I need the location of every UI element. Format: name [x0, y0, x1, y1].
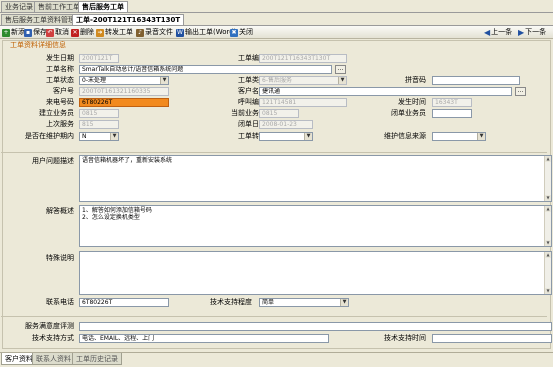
- arrow-right-icon: ▶: [518, 28, 525, 37]
- scroll-down-icon[interactable]: ▼: [545, 240, 551, 246]
- ticket-status-label: 工单状态: [46, 76, 74, 84]
- toolbar: + 新添 ▪ 保存 ↶ 取消 ✕ 删除 ➜ 转发工单 ♪ 录音文件 W 输出工单(Word) …: [0, 26, 553, 39]
- next-button[interactable]: ▶ 下一条: [518, 27, 546, 38]
- contact-phone-field[interactable]: 6T80226T: [79, 298, 169, 307]
- support-method-field[interactable]: 电话、EMAIL、远程、上门: [79, 334, 329, 343]
- current-staff-label: 当前业务员: [231, 109, 266, 117]
- record-file-button[interactable]: ♪ 录音文件: [136, 27, 173, 38]
- create-date-label: 发生日期: [46, 54, 74, 62]
- current-staff-field[interactable]: 0815: [259, 109, 299, 118]
- ticket-type-select[interactable]: 6-售后服务 ▼: [259, 76, 347, 85]
- close-button[interactable]: ✖ 关闭: [230, 27, 253, 38]
- delete-icon: ✕: [71, 28, 79, 37]
- scroll-up-icon[interactable]: ▲: [545, 156, 551, 162]
- customer-no-label: 客户号: [53, 87, 74, 95]
- record-icon: ♪: [136, 28, 144, 37]
- arrow-left-icon: ◀: [484, 28, 491, 37]
- ticket-no-field[interactable]: 200T121T16343T130T: [259, 54, 347, 63]
- scrollbar[interactable]: ▲ ▼: [544, 206, 551, 246]
- creator-label: 建立业务员: [39, 109, 74, 117]
- special-textarea[interactable]: ▲ ▼: [79, 251, 552, 295]
- satisfaction-field[interactable]: [79, 322, 552, 331]
- chevron-down-icon[interactable]: ▼: [477, 133, 485, 140]
- tab-contact-info[interactable]: 联系人资料: [32, 353, 75, 365]
- ticket-name-browse-button[interactable]: …: [335, 65, 346, 74]
- scroll-down-icon[interactable]: ▼: [545, 288, 551, 294]
- support-time-label: 技术支持时间: [384, 334, 426, 342]
- pinyin-field[interactable]: [432, 76, 520, 85]
- customer-browse-button[interactable]: …: [515, 87, 526, 96]
- tab-ticket-history[interactable]: 工单历史记录: [72, 353, 122, 365]
- close-icon: ✖: [230, 28, 238, 37]
- last-service-label: 上次服务: [46, 120, 74, 128]
- ticket-name-field[interactable]: SmarTalk自动总计/语音信箱系统问题: [79, 65, 332, 74]
- time-label: 发生时间: [398, 98, 426, 106]
- caller-label: 来电号码: [46, 98, 74, 106]
- chevron-down-icon[interactable]: ▼: [110, 133, 118, 140]
- scroll-up-icon[interactable]: ▲: [545, 206, 551, 212]
- chevron-down-icon[interactable]: ▼: [304, 133, 312, 140]
- tab-ticket-management[interactable]: 售后服务工单资料管理: [1, 14, 79, 25]
- closing-staff-field[interactable]: [432, 109, 472, 118]
- create-date-field[interactable]: 200T121T: [79, 54, 119, 63]
- maint-source-label: 维护信息来源: [384, 132, 426, 140]
- ticket-status-select[interactable]: 0-未处理 ▼: [79, 76, 169, 85]
- closing-date-field[interactable]: 2008-01-23: [259, 120, 313, 129]
- transfer-select[interactable]: ▼: [259, 132, 313, 141]
- answer-label: 解答概述: [46, 207, 74, 215]
- chevron-down-icon[interactable]: ▼: [338, 77, 346, 84]
- problem-desc-textarea[interactable]: 语音信箱机器坏了，重新安装系统 ▲ ▼: [79, 155, 552, 202]
- cancel-button[interactable]: ↶ 取消: [46, 27, 69, 38]
- satisfaction-label: 服务满意度评测: [25, 322, 74, 330]
- closing-date-label: 闭单日期: [238, 120, 266, 128]
- maint-source-select[interactable]: ▼: [432, 132, 486, 141]
- support-level-select[interactable]: 简单 ▼: [259, 298, 349, 307]
- problem-desc-label: 用户问题描述: [32, 157, 74, 165]
- call-no-field[interactable]: 121T14581: [259, 98, 347, 107]
- creator-field[interactable]: 0815: [79, 109, 119, 118]
- export-word-button[interactable]: W 输出工单(Word): [176, 27, 236, 38]
- tab-business-records[interactable]: 业务记录: [1, 1, 37, 12]
- in-warranty-label: 是否在维护期内: [25, 132, 74, 140]
- divider: [1, 152, 547, 153]
- pinyin-label: 拼音码: [405, 76, 426, 84]
- customer-no-field[interactable]: 200T0T161321160335: [79, 87, 169, 96]
- chevron-down-icon[interactable]: ▼: [340, 299, 348, 306]
- scrollbar[interactable]: ▲ ▼: [544, 156, 551, 201]
- support-level-label: 技术支持程度: [210, 298, 252, 306]
- dispatch-icon: ➜: [96, 28, 104, 37]
- special-label: 特殊说明: [46, 254, 74, 262]
- transfer-label: 工单转至: [238, 132, 266, 140]
- support-time-field[interactable]: [432, 334, 552, 343]
- save-button[interactable]: ▪ 保存: [24, 27, 47, 38]
- time-field[interactable]: 16343T: [432, 98, 472, 107]
- dispatch-button[interactable]: ➜ 转发工单: [96, 27, 133, 38]
- delete-button[interactable]: ✕ 删除: [71, 27, 94, 38]
- support-method-label: 技术支持方式: [32, 334, 74, 342]
- contact-phone-label: 联系电话: [46, 298, 74, 306]
- divider: [1, 316, 547, 317]
- new-button[interactable]: + 新添: [2, 27, 25, 38]
- answer-textarea[interactable]: 1、解答如何添加信箱号码 2、怎么设定换机类型 ▲ ▼: [79, 205, 552, 247]
- section-title: 工单资料详细信息: [10, 41, 66, 49]
- scrollbar[interactable]: ▲ ▼: [544, 252, 551, 294]
- save-icon: ▪: [24, 28, 32, 37]
- plus-icon: +: [2, 28, 10, 37]
- ticket-name-label: 工单名称: [46, 65, 74, 73]
- last-service-field[interactable]: 815: [79, 120, 119, 129]
- tab-ticket-detail[interactable]: 工单-200T121T16343T130T: [72, 14, 185, 25]
- customer-name-field[interactable]: 捷讯通: [259, 87, 512, 96]
- scroll-up-icon[interactable]: ▲: [545, 252, 551, 258]
- chevron-down-icon[interactable]: ▼: [160, 77, 168, 84]
- tab-presales-tickets[interactable]: 售前工作工单: [34, 1, 84, 12]
- prev-button[interactable]: ◀ 上一条: [484, 27, 512, 38]
- word-icon: W: [176, 28, 184, 37]
- cancel-icon: ↶: [46, 28, 54, 37]
- caller-number-field[interactable]: 6T80226T: [79, 98, 169, 107]
- scroll-down-icon[interactable]: ▼: [545, 195, 551, 201]
- closing-staff-label: 闭单业务员: [391, 109, 426, 117]
- in-warranty-select[interactable]: N ▼: [79, 132, 119, 141]
- tab-aftersales-tickets[interactable]: 售后服务工单: [78, 1, 128, 12]
